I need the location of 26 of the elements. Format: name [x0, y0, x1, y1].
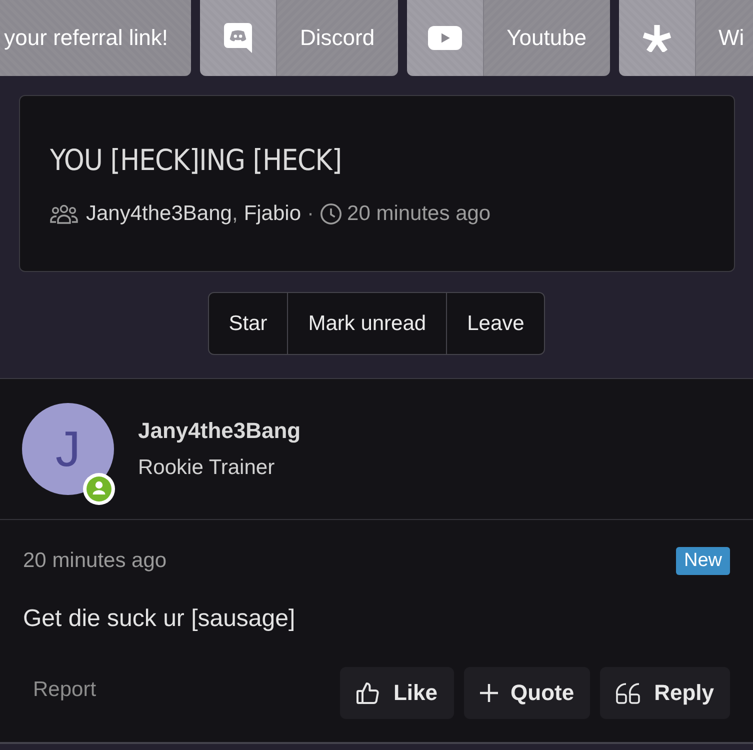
- thread-time: 20 minutes ago: [347, 202, 491, 226]
- asterisk-icon: [642, 24, 671, 52]
- new-badge: New: [676, 547, 730, 575]
- report-link[interactable]: Report: [23, 678, 106, 702]
- post-time: 20 minutes ago: [23, 549, 167, 573]
- reply-button[interactable]: Reply: [600, 667, 730, 719]
- chat-bubble-icon: [224, 23, 252, 53]
- users-icon: [50, 204, 78, 224]
- thumbs-up-icon: [356, 681, 380, 705]
- clock-icon: [320, 203, 342, 225]
- quote-button[interactable]: Quote: [464, 667, 590, 719]
- play-button-icon: [428, 26, 462, 50]
- quote-marks-icon: [616, 682, 642, 704]
- author-title: Rookie Trainer: [138, 454, 276, 480]
- participant-link[interactable]: Fjabio: [244, 202, 302, 226]
- post-message: Get die suck ur [sausage]: [23, 604, 296, 634]
- thread-action-button[interactable]: Mark unread: [287, 293, 446, 354]
- thread-action-button[interactable]: Star: [208, 293, 288, 354]
- like-button[interactable]: Like: [340, 667, 454, 719]
- separator-dot: ·: [307, 202, 314, 226]
- separator-text: ,: [232, 202, 238, 226]
- participant-link[interactable]: Jany4the3Bang: [86, 202, 232, 226]
- thread-title: YOU [HECK]ING [HECK]: [50, 142, 342, 179]
- author-name[interactable]: Jany4the3Bang: [138, 416, 301, 446]
- plus-icon: [480, 684, 498, 702]
- thread-action-button[interactable]: Leave: [446, 293, 544, 354]
